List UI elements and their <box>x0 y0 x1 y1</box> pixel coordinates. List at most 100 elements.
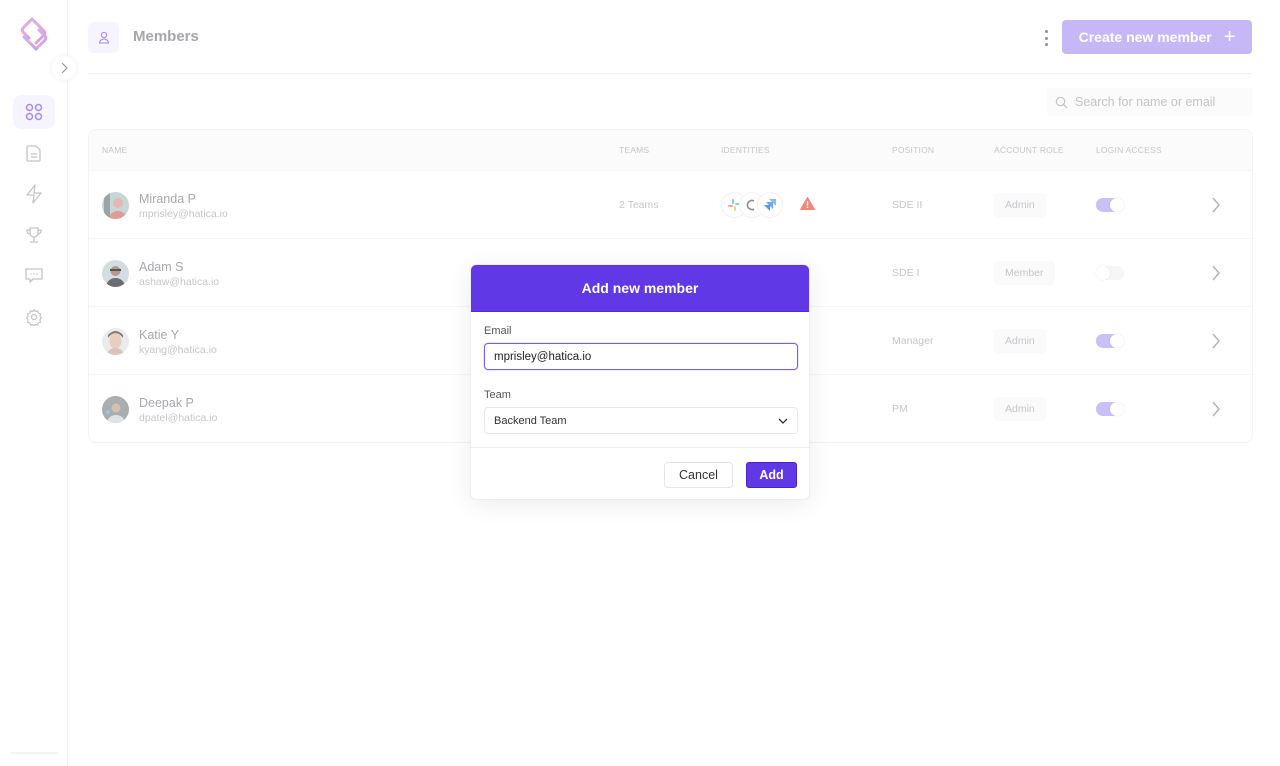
team-label: Team <box>484 389 511 401</box>
modal-divider <box>471 447 809 448</box>
row-details-button[interactable] <box>1211 401 1221 422</box>
account-role-badge[interactable]: Admin <box>994 397 1046 421</box>
email-field[interactable] <box>484 343 798 370</box>
sidebar-item-reports[interactable] <box>13 136 55 170</box>
column-header-account-role[interactable]: Account role <box>994 145 1064 155</box>
warning-icon <box>800 197 815 210</box>
search-box <box>1047 88 1252 116</box>
column-header-identities[interactable]: Identities <box>721 145 770 155</box>
sidebar-item-settings[interactable] <box>13 300 55 334</box>
login-access-toggle[interactable] <box>1096 402 1124 416</box>
lightning-icon <box>26 184 42 204</box>
login-access-toggle[interactable] <box>1096 266 1124 280</box>
chevron-right-icon <box>1212 333 1220 349</box>
row-details-button[interactable] <box>1211 265 1221 286</box>
more-options-button[interactable] <box>1040 28 1052 48</box>
member-identities <box>721 192 783 218</box>
table-header: Name Teams Identities Position Account r… <box>89 130 1252 170</box>
create-button-label: Create new member <box>1078 29 1212 45</box>
avatar <box>102 260 129 287</box>
add-member-modal: Add new member Email Team Backend Team C… <box>470 264 810 500</box>
account-role-badge[interactable]: Member <box>994 261 1055 285</box>
member-name: Adam S <box>139 260 184 274</box>
page-title: Members <box>133 28 199 45</box>
chevron-down-icon <box>778 418 788 424</box>
user-icon <box>98 31 109 44</box>
chevron-right-icon <box>1212 401 1220 417</box>
sidebar-nav <box>13 95 55 341</box>
members-page-icon <box>88 22 119 53</box>
chevron-right-icon <box>1212 265 1220 281</box>
kebab-dot <box>1044 36 1048 40</box>
sidebar-item-activity[interactable] <box>13 177 55 211</box>
page-header: Members Create new member + <box>88 0 1252 74</box>
member-position: SDE I <box>892 267 920 279</box>
member-name: Deepak P <box>139 396 194 410</box>
logo-icon <box>20 17 48 51</box>
modal-title: Add new member <box>471 265 809 312</box>
add-button[interactable]: Add <box>746 462 797 488</box>
trophy-icon <box>26 227 42 243</box>
avatar-image <box>102 260 129 287</box>
grid-icon <box>25 103 43 121</box>
table-row[interactable]: Miranda P mprisley@hatica.io 2 Teams SDE… <box>89 170 1252 238</box>
sidebar-expand-button[interactable] <box>52 56 76 80</box>
identity-warning[interactable] <box>800 197 815 215</box>
avatar <box>102 328 129 355</box>
row-details-button[interactable] <box>1211 333 1221 354</box>
avatar <box>102 192 129 219</box>
member-email: mprisley@hatica.io <box>139 208 228 220</box>
avatar-image <box>102 192 129 219</box>
hatica-logo[interactable] <box>18 16 50 52</box>
chevron-right-icon <box>1212 197 1220 213</box>
modal-body: Email Team Backend Team <box>471 312 809 434</box>
column-header-position[interactable]: Position <box>892 145 934 155</box>
chevron-right-icon <box>61 62 68 74</box>
avatar-image <box>102 328 129 355</box>
search-input[interactable] <box>1075 95 1245 109</box>
member-name: Katie Y <box>139 328 180 342</box>
toggle-knob <box>1110 198 1124 212</box>
toggle-knob <box>1110 402 1124 416</box>
document-icon <box>26 145 41 162</box>
create-new-member-button[interactable]: Create new member + <box>1062 20 1252 54</box>
login-access-toggle[interactable] <box>1096 198 1124 212</box>
member-email: dpatel@hatica.io <box>139 412 218 424</box>
avatar-image <box>102 396 129 423</box>
toggle-knob <box>1110 334 1124 348</box>
cancel-button[interactable]: Cancel <box>664 462 733 488</box>
team-select[interactable]: Backend Team <box>484 407 798 434</box>
column-header-teams[interactable]: Teams <box>619 145 649 155</box>
row-details-button[interactable] <box>1211 197 1221 218</box>
login-access-toggle[interactable] <box>1096 334 1124 348</box>
account-role-badge[interactable]: Admin <box>994 329 1046 353</box>
member-name: Miranda P <box>139 192 196 206</box>
chat-icon <box>25 268 43 283</box>
email-label: Email <box>484 325 512 337</box>
team-select-value: Backend Team <box>494 414 567 427</box>
member-position: PM <box>892 403 908 415</box>
member-position: Manager <box>892 335 934 347</box>
jira-icon <box>764 199 776 211</box>
column-header-login-access[interactable]: Login access <box>1096 145 1162 155</box>
toggle-knob <box>1096 266 1110 280</box>
avatar <box>102 396 129 423</box>
kebab-dot <box>1044 43 1048 46</box>
column-header-name[interactable]: Name <box>102 145 127 155</box>
kebab-dot <box>1044 30 1048 33</box>
sidebar-item-goals[interactable] <box>13 218 55 252</box>
member-position: SDE II <box>892 199 923 211</box>
member-email: kyang@hatica.io <box>139 344 217 356</box>
member-teams[interactable]: 2 Teams <box>619 199 659 211</box>
plus-icon: + <box>1223 26 1236 48</box>
app: Members Create new member + Name Teams I… <box>0 0 1280 766</box>
sidebar-item-messages[interactable] <box>13 259 55 293</box>
account-role-badge[interactable]: Admin <box>994 193 1046 217</box>
jira-identity[interactable] <box>757 192 783 218</box>
sidebar-item-dashboard[interactable] <box>13 95 55 129</box>
search-icon <box>1055 96 1068 108</box>
member-email: ashaw@hatica.io <box>139 276 220 288</box>
gear-icon <box>25 308 43 326</box>
sidebar-divider <box>10 752 58 754</box>
sidebar <box>0 0 76 766</box>
